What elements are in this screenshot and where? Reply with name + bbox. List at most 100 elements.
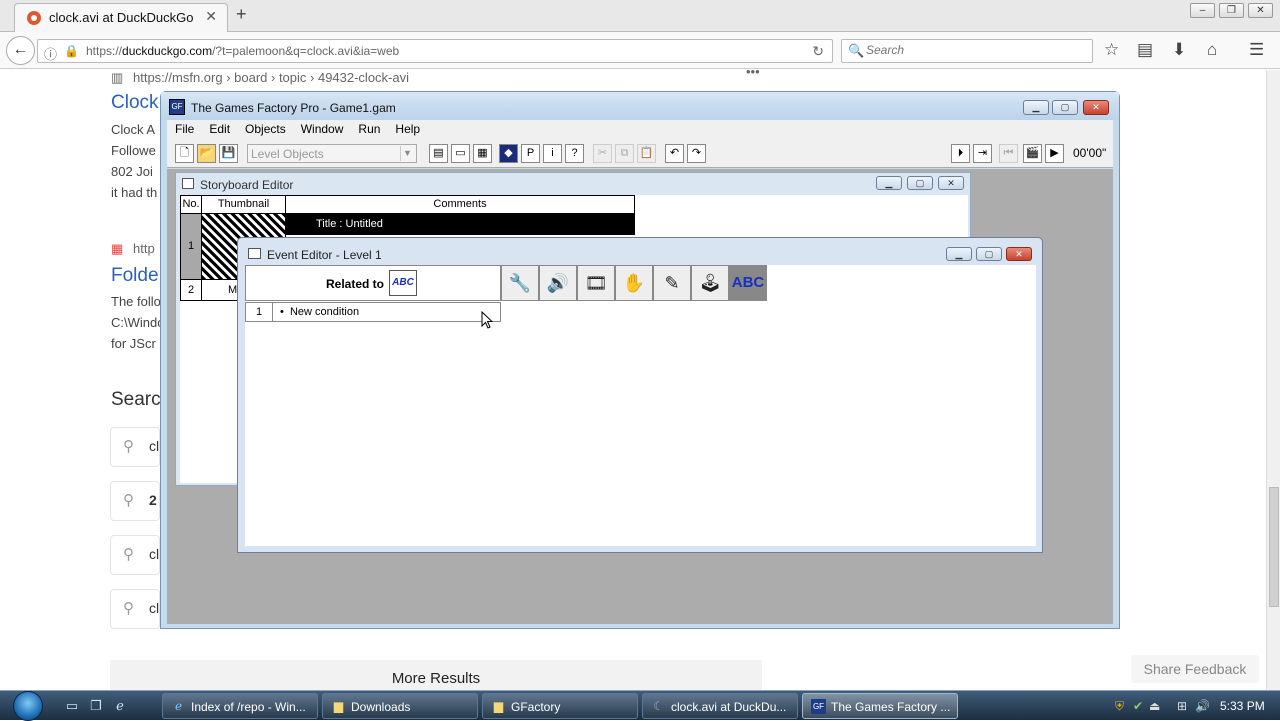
row1-number[interactable]: 1	[180, 213, 202, 280]
copy-icon[interactable]: ⧉	[615, 144, 634, 163]
tgf-minimize-button[interactable]: ▁	[1023, 100, 1049, 115]
storyboard-close-button[interactable]: ✕	[938, 176, 964, 190]
mouse-pointer-keyboard-icon[interactable]: ✋	[615, 265, 653, 301]
taskbar-item-index-repo[interactable]: ℯ Index of /repo - Win...	[162, 693, 318, 719]
new-condition-label[interactable]: • New condition	[280, 306, 359, 318]
save-icon[interactable]: 💾	[219, 144, 238, 163]
event-editor-minimize-button[interactable]: ▁	[946, 247, 972, 261]
redo-icon[interactable]: ↷	[687, 144, 706, 163]
taskbar-item-gfactory[interactable]: ▆ GFactory	[482, 693, 638, 719]
result1-snippet-line: Followe	[111, 143, 156, 158]
string-object-icon[interactable]: ABC	[389, 270, 417, 296]
result2-url[interactable]: http	[133, 241, 155, 256]
create-objects-icon[interactable]: ✎	[653, 265, 691, 301]
shield-icon[interactable]: ⛨	[1115, 699, 1124, 714]
taskbar-clock[interactable]: 5:33 PM	[1220, 699, 1265, 713]
search-input[interactable]	[866, 43, 1086, 57]
open-folder-icon[interactable]: 📂	[197, 144, 216, 163]
help-icon[interactable]: ?	[565, 144, 584, 163]
reload-icon[interactable]: ↻	[812, 43, 824, 60]
switch-windows-icon[interactable]: ❐	[88, 698, 104, 714]
browser-tab[interactable]: clock.avi at DuckDuckGo ✕	[14, 3, 228, 32]
play-icon[interactable]: ▶	[1045, 144, 1064, 163]
search-bar[interactable]: 🔍	[841, 39, 1093, 63]
back-button[interactable]: ←	[6, 36, 35, 65]
tgf-menu-bar: File Edit Objects Window Run Help	[167, 120, 1113, 140]
tgf-title-bar[interactable]: GF The Games Factory Pro - Game1.gam ▁ ▢…	[161, 92, 1119, 120]
taskbar-item-palemoon[interactable]: ☾ clock.avi at DuckDu...	[642, 693, 798, 719]
event-editor-maximize-button[interactable]: ▢	[976, 247, 1002, 261]
properties-icon[interactable]: P	[521, 144, 540, 163]
undo-icon[interactable]: ↶	[665, 144, 684, 163]
result1-more-icon[interactable]: •••	[746, 70, 760, 79]
downloads-icon[interactable]: ⬇	[1172, 40, 1186, 60]
run-application-icon[interactable]: ⏵	[951, 144, 970, 163]
security-icon[interactable]: ✔	[1133, 699, 1143, 713]
page-scrollbar[interactable]	[1266, 70, 1280, 690]
event-list-icon[interactable]: ▦	[473, 144, 492, 163]
menu-file[interactable]: File	[167, 120, 201, 136]
special-conditions-icon[interactable]: 🔧	[501, 265, 539, 301]
home-icon[interactable]: ⌂	[1207, 40, 1217, 60]
related-suggestion[interactable]: ⚲ cl	[110, 589, 160, 629]
menu-help[interactable]: Help	[387, 120, 427, 136]
new-file-icon[interactable]: 🗋	[175, 144, 194, 163]
info-icon[interactable]: i	[543, 144, 562, 163]
restore-window-button[interactable]: ❐	[1219, 3, 1244, 18]
storyboard-maximize-button[interactable]: ▢	[907, 176, 933, 190]
search-icon: ⚲	[123, 492, 134, 509]
row1-comment[interactable]: Title : Untitled	[285, 213, 635, 235]
scrollbar-thumb[interactable]	[1269, 487, 1279, 607]
player-1-icon[interactable]: 🕹	[691, 265, 729, 301]
storyboard-controls-icon[interactable]: 🎞	[577, 265, 615, 301]
menu-window[interactable]: Window	[293, 120, 351, 136]
storyboard-view-icon[interactable]: ▤	[429, 144, 448, 163]
event-editor-close-button[interactable]: ✕	[1006, 247, 1032, 261]
show-desktop-icon[interactable]: ▭	[64, 698, 80, 714]
tgf-maximize-button[interactable]: ▢	[1052, 100, 1078, 115]
taskbar-item-downloads[interactable]: ▆ Downloads	[322, 693, 478, 719]
share-feedback-button[interactable]: Share Feedback	[1131, 655, 1259, 683]
tgf-close-button[interactable]: ✕	[1083, 100, 1109, 115]
menu-objects[interactable]: Objects	[237, 120, 293, 136]
related-suggestion[interactable]: ⚲ cl	[110, 535, 160, 575]
event-row[interactable]: 1 • New condition	[245, 302, 501, 322]
search-icon: ⚲	[123, 546, 134, 563]
sound-icon[interactable]: 🔊	[539, 265, 577, 301]
new-tab-icon[interactable]: +	[236, 4, 247, 25]
result2-title[interactable]: Folde	[111, 265, 159, 287]
more-results-button[interactable]: More Results	[110, 660, 762, 690]
paste-icon[interactable]: 📋	[637, 144, 656, 163]
related-suggestion[interactable]: ⚲ 2	[110, 481, 160, 521]
storyboard-title-bar[interactable]: Storyboard Editor ▁ ▢ ✕	[176, 173, 970, 195]
taskbar-item-games-factory[interactable]: GF The Games Factory ...	[802, 693, 958, 719]
start-button[interactable]	[6, 691, 50, 721]
menu-icon[interactable]: ☰	[1249, 40, 1264, 60]
objects-icon[interactable]: ◆	[499, 144, 518, 163]
reading-list-icon[interactable]: ▤	[1137, 40, 1153, 60]
tab-close-icon[interactable]: ✕	[205, 8, 217, 25]
menu-run[interactable]: Run	[350, 120, 387, 136]
info-icon[interactable]: ⓘ	[44, 44, 57, 63]
level-objects-select[interactable]: Level Objects ▼	[247, 144, 417, 163]
run-frame-icon[interactable]: ⇥	[973, 144, 992, 163]
record-icon[interactable]: 🎬	[1023, 144, 1042, 163]
internet-explorer-icon[interactable]: ℯ	[112, 698, 128, 714]
cut-icon[interactable]: ✂	[593, 144, 612, 163]
close-window-button[interactable]: ✕	[1248, 3, 1273, 18]
network-icon[interactable]: ⊞	[1177, 699, 1187, 713]
url-bar[interactable]: ⓘ 🔒 https://duckduckgo.com/?t=palemoon&q…	[37, 39, 833, 63]
related-suggestion[interactable]: ⚲ cl	[110, 427, 160, 467]
result1-title[interactable]: Clock	[111, 92, 159, 114]
menu-edit[interactable]: Edit	[201, 120, 237, 136]
result1-url[interactable]: https://msfn.org › board › topic › 49432…	[133, 70, 409, 85]
volume-icon[interactable]: 🔊	[1195, 699, 1210, 713]
string-object-column-icon[interactable]: ABC	[729, 265, 767, 301]
row2-number[interactable]: 2	[180, 279, 202, 301]
bookmark-star-icon[interactable]: ☆	[1104, 40, 1119, 60]
storyboard-minimize-button[interactable]: ▁	[876, 176, 902, 190]
minimize-window-button[interactable]: –	[1190, 3, 1215, 18]
rewind-icon[interactable]: ⏮	[999, 144, 1018, 163]
usb-icon[interactable]: ⏏	[1149, 699, 1160, 713]
frame-editor-icon[interactable]: ▭	[451, 144, 470, 163]
